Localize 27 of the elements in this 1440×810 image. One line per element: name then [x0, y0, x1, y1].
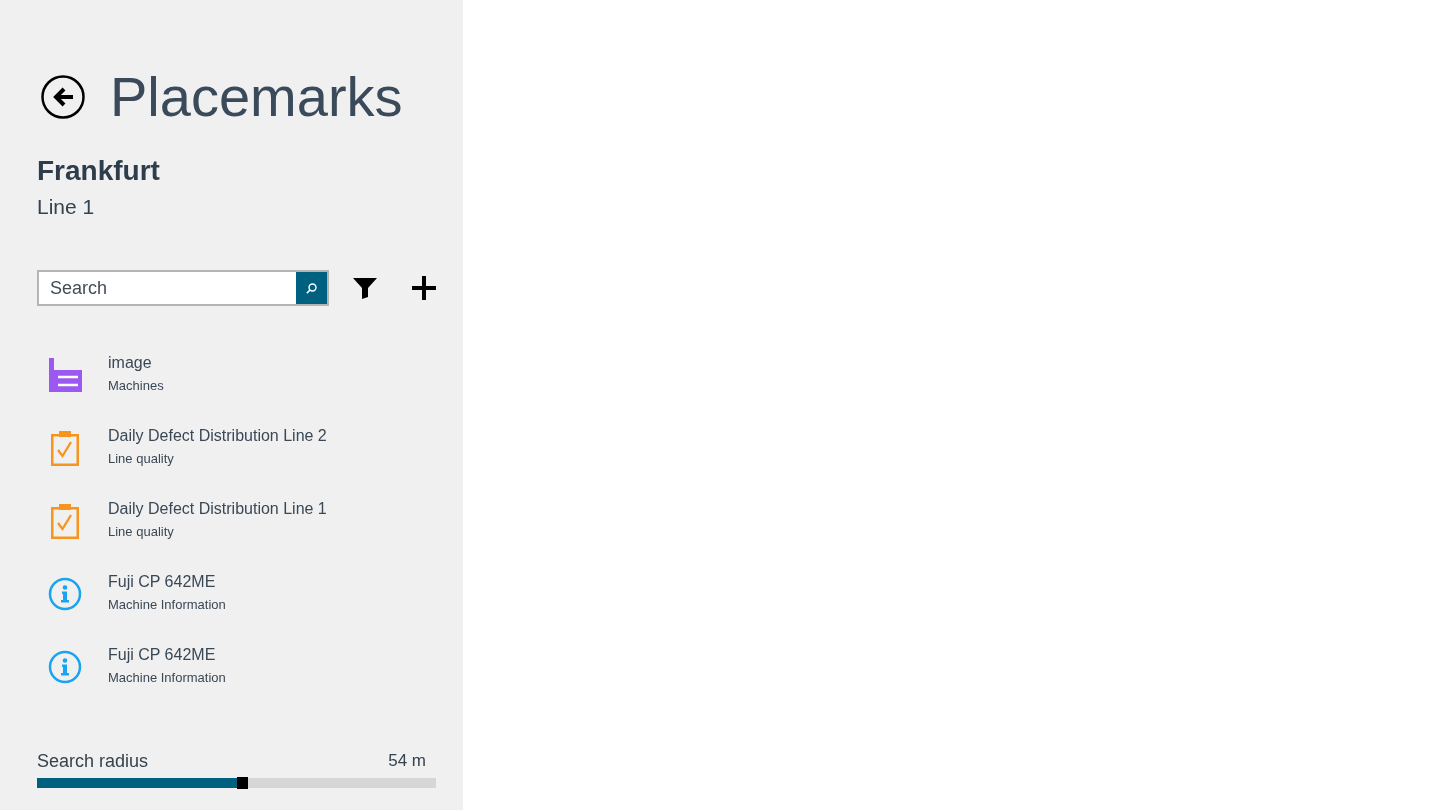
search-radius-value: 54 m: [388, 750, 426, 772]
placemark-title: Fuji CP 642ME: [108, 572, 216, 592]
location-line: Line 1: [37, 194, 96, 220]
slider-thumb[interactable]: [236, 777, 248, 789]
clipboard-check-icon: [51, 431, 79, 466]
filter-button[interactable]: [353, 276, 377, 300]
placemark-category: Machines: [108, 377, 164, 395]
placemark-title: Fuji CP 642ME: [108, 645, 216, 665]
placemark-category: Line quality: [108, 523, 174, 541]
placemark-title: Daily Defect Distribution Line 1: [108, 499, 327, 519]
info-icon: [48, 650, 82, 684]
placemark-category: Machine Information: [108, 669, 226, 687]
add-button[interactable]: [412, 276, 436, 300]
back-button[interactable]: [41, 75, 85, 119]
placemark-category: Machine Information: [108, 596, 226, 614]
search-radius-label: Search radius: [37, 750, 149, 773]
placemark-title: Daily Defect Distribution Line 2: [108, 426, 327, 446]
filter-icon: [353, 277, 377, 299]
slider-track[interactable]: [37, 778, 436, 788]
location-name: Frankfurt: [37, 154, 161, 188]
page-title: Placemarks: [110, 65, 403, 129]
add-icon: [412, 276, 436, 300]
info-icon: [48, 577, 82, 611]
machine-icon: [48, 358, 82, 392]
clipboard-check-icon: [51, 504, 79, 539]
placemark-title: image: [108, 353, 152, 373]
placemark-category: Line quality: [108, 450, 174, 468]
